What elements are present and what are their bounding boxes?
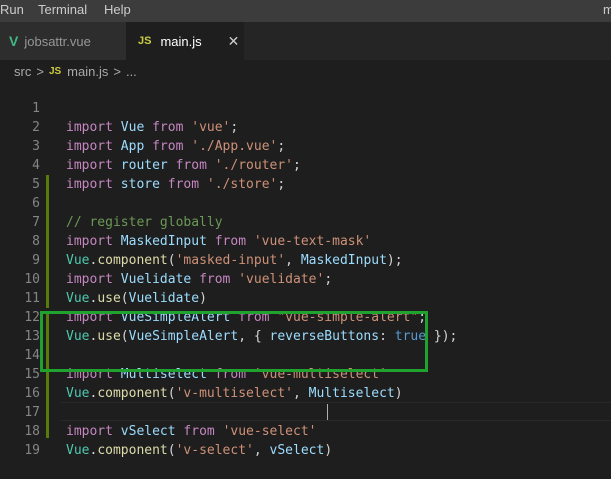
menu-bar: Run Terminal Help m [0,0,611,22]
code-line: 3 import router from './router'; [0,118,611,173]
breadcrumb-trail[interactable]: ... [126,64,137,79]
code-line: 8 Vue.component('masked-input', MaskedIn… [0,213,611,268]
code-line: 17 import vSelect from 'vue-select' [0,384,611,439]
code-line: 18 Vue.component('v-select', vSelect) [0,403,611,458]
annotation-highlight-box [40,311,428,372]
punctuation: . [89,443,98,458]
tab-main-js[interactable]: JS main.js ✕ [126,22,244,60]
tab-jobsattr-vue[interactable]: V jobsattr.vue [0,22,126,60]
code-line: 9 import Vuelidate from 'vuelidate'; [0,232,611,287]
breadcrumb-file[interactable]: main.js [67,64,108,79]
code-line: 19 [0,422,611,458]
code-line: 6 // register globally [0,175,611,230]
breadcrumb: src > JS main.js > ... [0,60,611,82]
identifier-token: vSelect [269,443,325,458]
line-number: 19 [24,443,40,458]
punctuation: , [253,443,270,458]
chevron-right-icon: > [113,63,121,79]
close-icon[interactable]: ✕ [228,33,240,50]
menu-help[interactable]: Help [104,2,131,17]
function-token: component [97,443,168,458]
code-line: 10 Vue.use(Vuelidate) [0,251,611,306]
code-line: 4 import store from './store'; [0,137,611,192]
code-line: 2 import App from './App.vue'; [0,99,611,154]
code-line: 11 import VueSimpleAlert from "vue-simpl… [0,270,611,325]
js-file-icon: JS [138,35,152,47]
code-line: 5 [0,156,611,192]
editor-tab-bar: V jobsattr.vue JS main.js ✕ [0,22,611,60]
js-file-icon: JS [48,65,62,77]
code-line: 7 import MaskedInput from 'vue-text-mask… [0,194,611,249]
chevron-right-icon: > [36,63,44,79]
text-cursor [327,404,328,420]
punctuation: ( [167,443,176,458]
breadcrumb-folder[interactable]: src [14,64,31,79]
menu-run[interactable]: Run [0,2,24,17]
tab-label: jobsattr.vue [24,33,91,49]
punctuation: ) [324,443,333,458]
tab-label: main.js [160,33,202,49]
class-token: Vue [66,443,90,458]
vue-logo-icon: V [9,33,19,49]
code-line: 1 import Vue from 'vue'; [0,80,611,135]
window-title-fragment: m [603,2,611,17]
code-editor[interactable]: 1 import Vue from 'vue'; 2 import App fr… [0,80,611,458]
code-line: 12 Vue.use(VueSimpleAlert, { reverseButt… [0,289,611,344]
string-token: 'v-select' [175,443,254,458]
menu-terminal[interactable]: Terminal [38,2,87,17]
